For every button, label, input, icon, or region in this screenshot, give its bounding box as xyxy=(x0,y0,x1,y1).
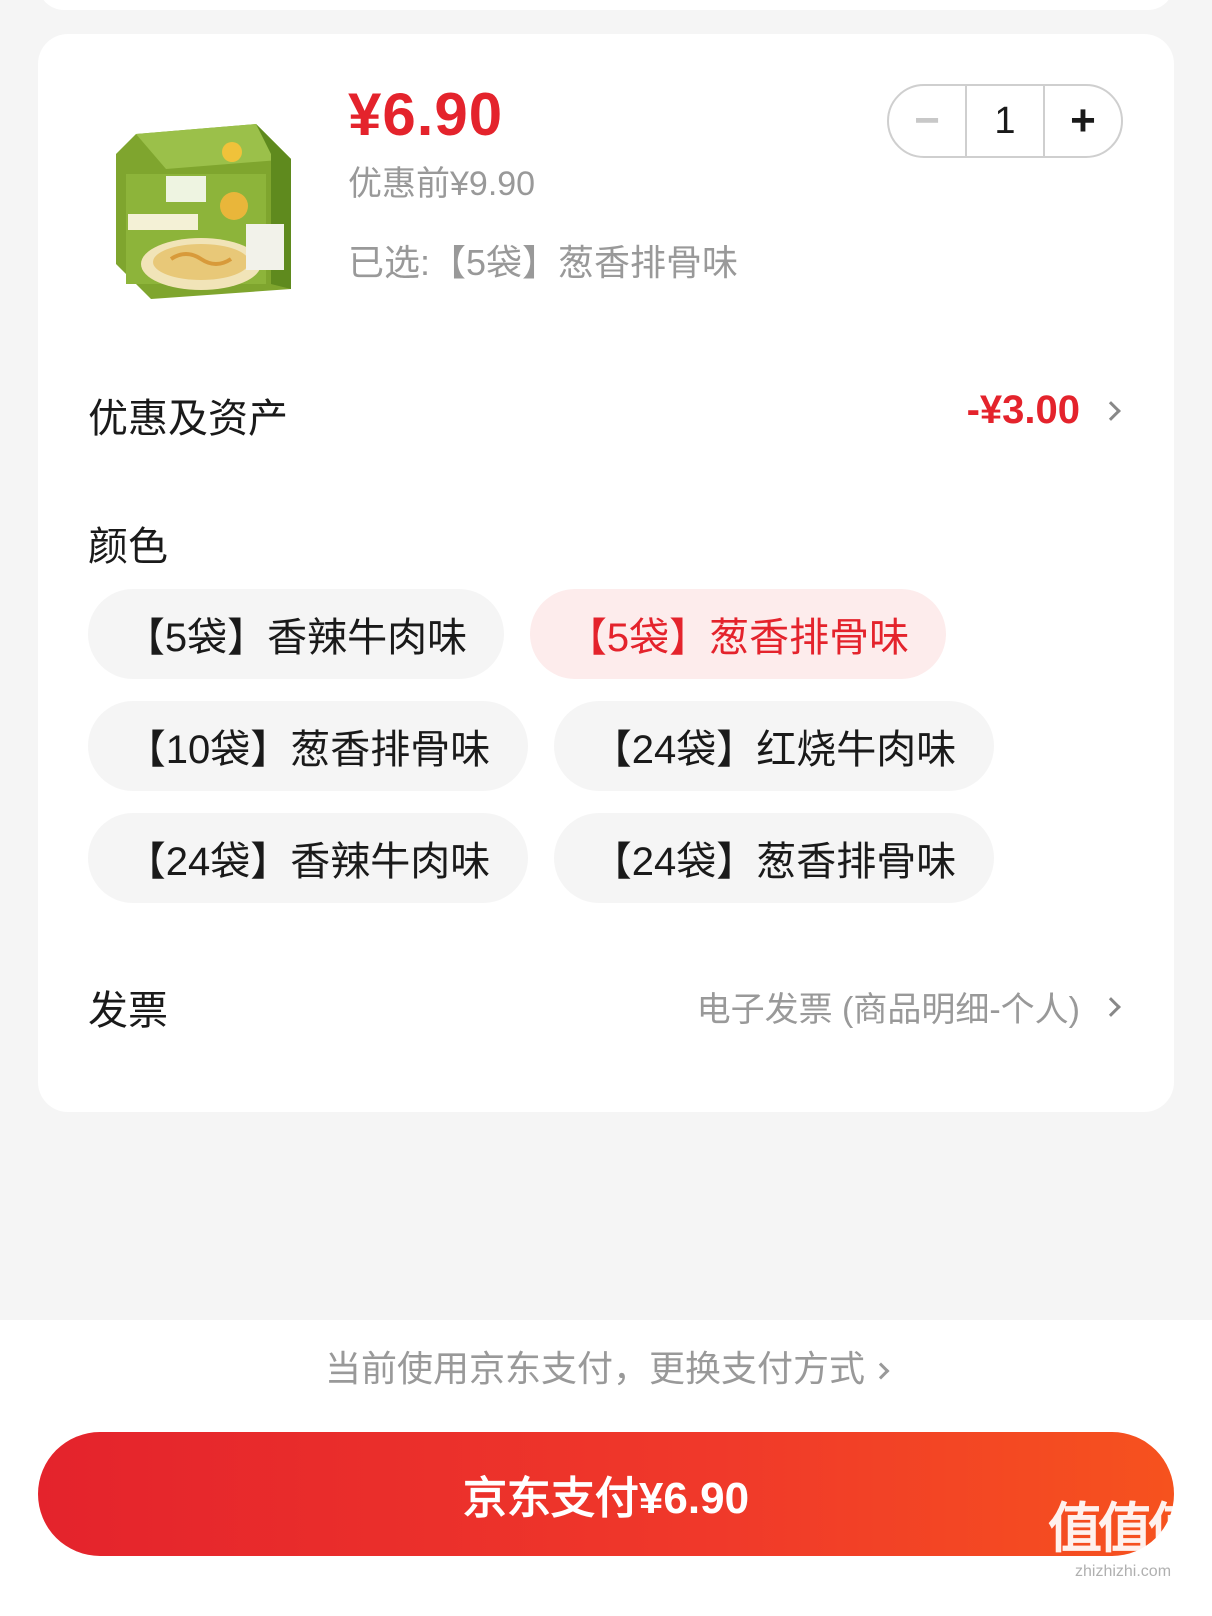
invoice-label: 发票 xyxy=(88,989,168,1033)
chevron-right-icon xyxy=(1101,400,1121,421)
decrease-button[interactable]: − xyxy=(889,86,965,156)
invoice-row[interactable]: 电子发票 (商品明细-个人) xyxy=(696,982,1121,1031)
discount-row[interactable]: -¥3.00 xyxy=(966,388,1121,433)
color-option-1-selected[interactable]: 【5袋】葱香排骨味 xyxy=(530,589,946,679)
product-price: ¥6.90 xyxy=(348,81,504,148)
previous-card xyxy=(38,0,1174,10)
chevron-right-icon xyxy=(1101,996,1121,1017)
color-option-3[interactable]: 【24袋】红烧牛肉味 xyxy=(554,701,994,791)
color-option-0[interactable]: 【5袋】香辣牛肉味 xyxy=(88,589,504,679)
color-option-2[interactable]: 【10袋】葱香排骨味 xyxy=(88,701,528,791)
discount-label: 优惠及资产 xyxy=(88,397,288,441)
quantity-stepper: − 1 + xyxy=(887,84,1123,158)
instant-noodle-package-image xyxy=(116,124,291,299)
original-price: 优惠前¥9.90 xyxy=(348,165,536,203)
invoice-value: 电子发票 (商品明细-个人) xyxy=(696,991,1080,1029)
chevron-right-icon xyxy=(872,1362,890,1380)
color-option-5[interactable]: 【24袋】葱香排骨味 xyxy=(554,813,994,903)
color-label: 颜色 xyxy=(88,525,168,569)
watermark-url: zhizhizhi.com xyxy=(1074,1563,1172,1580)
pay-button[interactable]: 京东支付¥6.90 xyxy=(38,1432,1174,1556)
change-payment-method[interactable]: 当前使用京东支付，更换支付方式 xyxy=(0,1340,1212,1392)
increase-button[interactable]: + xyxy=(1045,86,1121,156)
watermark-text: 值值值 xyxy=(1048,1499,1202,1559)
product-image[interactable] xyxy=(106,114,306,314)
watermark-logo: 值值值 zhizhizhi.com xyxy=(1048,1484,1202,1581)
payment-method-text: 当前使用京东支付，更换支付方式 xyxy=(324,1348,865,1389)
selected-sku: 已选:【5袋】葱香排骨味 xyxy=(348,242,739,283)
order-card: ¥6.90 优惠前¥9.90 已选:【5袋】葱香排骨味 − 1 + 优惠及资产 … xyxy=(38,34,1174,1112)
discount-value: -¥3.00 xyxy=(966,388,1080,432)
quantity-value[interactable]: 1 xyxy=(965,86,1045,156)
color-option-4[interactable]: 【24袋】香辣牛肉味 xyxy=(88,813,528,903)
